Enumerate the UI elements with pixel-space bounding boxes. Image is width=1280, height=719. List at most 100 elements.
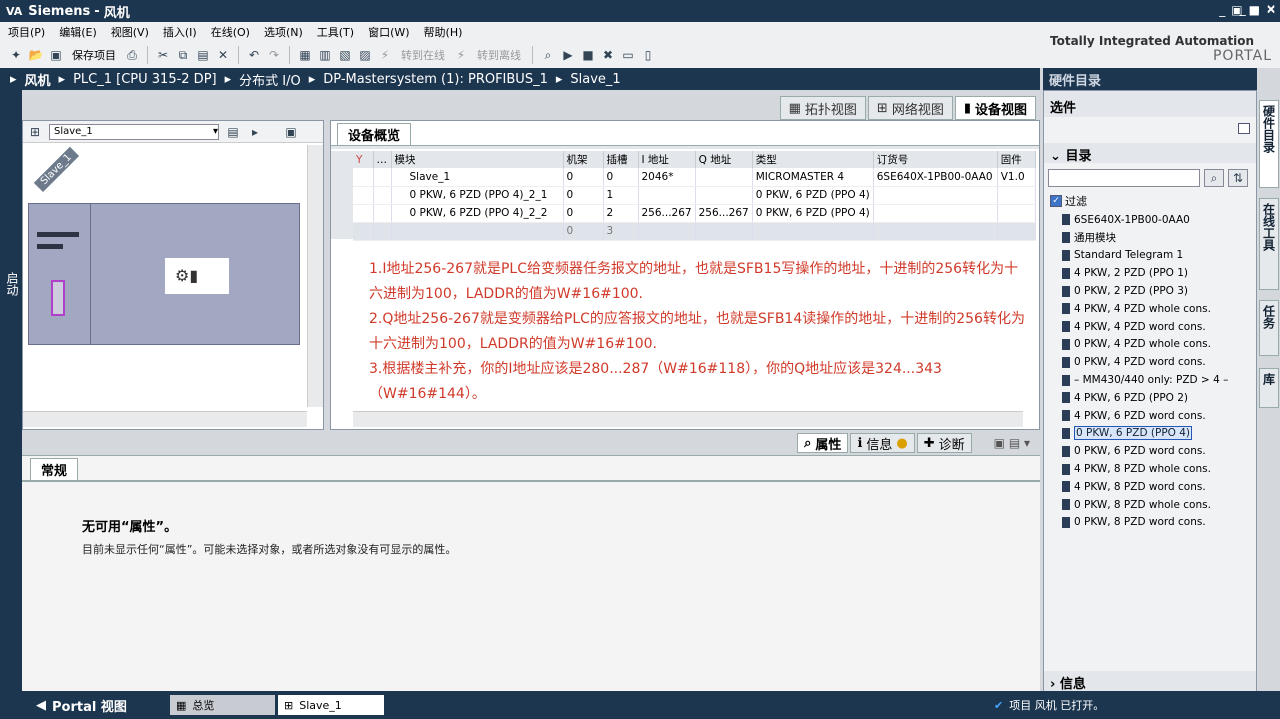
cell-module[interactable]: 0 PKW, 6 PZD (PPO 4)_2_1 [391,186,564,205]
col-header-module[interactable]: 模块 [391,151,564,168]
cell-module[interactable]: Slave_1 [391,168,564,187]
portal-start-strip[interactable]: 启动 [0,90,22,691]
list-item[interactable]: 6SE640X-1PB00-0AA0 [1062,211,1254,229]
micromaster-drive-icon[interactable]: ⚙▮ [165,258,229,294]
pin-icon[interactable] [1238,123,1250,134]
col-header-rack[interactable]: 机架 [563,151,604,168]
tab-tasks[interactable]: 任务 [1259,300,1279,356]
list-item[interactable]: 4 PKW, 8 PZD word cons. [1062,478,1254,496]
start-label[interactable]: 启动 [4,272,21,296]
save-icon[interactable]: ▣ [48,46,64,64]
list-item[interactable]: 4 PKW, 8 PZD whole cons. [1062,460,1254,478]
open-project-icon[interactable]: 📂 [28,46,44,64]
list-item[interactable]: 4 PKW, 6 PZD (PPO 2) [1062,389,1254,407]
filter-icon[interactable]: Y [353,151,374,168]
list-item[interactable]: 通用模块 [1062,229,1254,247]
horizontal-scrollbar[interactable] [353,411,1023,427]
close-icon[interactable]: ✕ [1266,3,1276,17]
print-icon[interactable]: ⎙ [124,46,140,64]
simulate-icon[interactable]: ▨ [357,46,373,64]
cross-reference-icon[interactable]: ✖ [600,46,616,64]
tab-diagnostics[interactable]: ✚ 诊断 [916,433,972,453]
col-header-slot[interactable]: 插槽 [603,151,639,168]
list-item[interactable]: 0 PKW, 4 PZD whole cons. [1062,336,1254,354]
upload-icon[interactable]: ▧ [337,46,353,64]
split-vertical-icon[interactable]: ▯ [640,46,656,64]
menu-project[interactable]: 项目(P) [8,24,45,40]
split-horizontal-icon[interactable]: ▭ [620,46,636,64]
go-offline-button[interactable]: 转到离线 [473,47,525,63]
compile-icon[interactable]: ▦ [297,46,313,64]
menu-tools[interactable]: 工具(T) [317,24,354,40]
breadcrumb-item-mastersystem[interactable]: DP-Mastersystem (1): PROFIBUS_1 [323,72,548,87]
undo-icon[interactable]: ↶ [246,46,262,64]
info-section-header[interactable]: › 信息 [1044,671,1256,692]
stop-cpu-icon[interactable]: ■ [580,46,596,64]
list-item[interactable]: 0 PKW, 8 PZD word cons. [1062,514,1254,532]
list-item[interactable]: 4 PKW, 6 PZD word cons. [1062,407,1254,425]
slave-editor-tab[interactable]: ⊞ Slave_1 [278,695,384,715]
tab-device-view[interactable]: ▮ 设备视图 [954,96,1036,120]
table-row[interactable]: 0 PKW, 6 PZD (PPO 4)_2_1 0 1 0 PKW, 6 PZ… [353,186,1036,205]
menu-insert[interactable]: 插入(I) [163,24,197,40]
copy-icon[interactable]: ⧉ [175,46,191,64]
breadcrumb-item-project[interactable]: 风机 [25,70,51,89]
tab-libraries[interactable]: 库 [1259,368,1279,408]
slot-0[interactable] [29,204,91,344]
rack[interactable]: ⚙▮ [28,203,300,345]
menu-view[interactable]: 视图(V) [111,24,149,40]
col-header-dots[interactable]: … [373,151,392,168]
cell-i-address[interactable]: 2046* [638,168,696,187]
list-item[interactable]: 4 PKW, 4 PZD whole cons. [1062,300,1254,318]
breadcrumb-item-distributed-io[interactable]: 分布式 I/O [239,70,301,89]
menu-help[interactable]: 帮助(H) [424,24,463,40]
catalog-header[interactable]: ⌄ 目录 [1044,143,1256,164]
go-online-button[interactable]: 转到在线 [397,47,449,63]
cell-module[interactable]: 0 PKW, 6 PZD (PPO 4)_2_2 [391,204,564,223]
list-item[interactable]: 4 PKW, 4 PZD word cons. [1062,318,1254,336]
new-project-icon[interactable]: ✦ [8,46,24,64]
tab-properties[interactable]: ⌕ 属性 [797,433,849,453]
menu-online[interactable]: 在线(O) [211,24,250,40]
breadcrumb-item-slave[interactable]: Slave_1 [570,72,620,87]
list-item[interactable]: 0 PKW, 6 PZD word cons. [1062,442,1254,460]
device-canvas[interactable]: Slave_1 ⚙▮ [23,145,307,407]
cut-icon[interactable]: ✂ [155,46,171,64]
inspector-controls-icon[interactable]: ▣ ▤ ▾ [994,436,1030,450]
catalog-search-input[interactable] [1048,169,1200,187]
cell-q-address[interactable] [695,168,753,187]
save-project-button[interactable]: 保存项目 [68,47,120,63]
profibus-port-icon[interactable] [51,280,65,316]
arrow-right-icon[interactable]: ▸ [247,123,263,141]
cell-module[interactable] [391,222,564,241]
minimize-icon[interactable]: _ [1219,3,1225,17]
tab-network-view[interactable]: ⊞ 网络视图 [867,96,953,120]
cell-i-address[interactable] [638,222,696,241]
maximize-icon[interactable]: ■ [1249,3,1260,17]
table-row[interactable]: 0 3 [353,222,1036,241]
device-tree-icon[interactable]: ⊞ [27,123,43,141]
list-item-selected[interactable]: 0 PKW, 6 PZD (PPO 4) [1062,425,1254,443]
menu-options[interactable]: 选项(N) [264,24,303,40]
horizontal-scrollbar[interactable] [23,411,307,427]
accessible-devices-icon[interactable]: ⌕ [540,46,556,64]
tab-device-overview[interactable]: 设备概览 [337,123,412,145]
search-next-icon[interactable]: ⇅ [1228,169,1248,187]
tab-info[interactable]: ℹ 信息 ● [850,433,915,453]
go-online-icon[interactable]: ⚡ [377,46,393,64]
vertical-scrollbar[interactable] [307,145,323,407]
cell-q-address[interactable]: 256...267 [695,204,753,223]
download-icon[interactable]: ▥ [317,46,333,64]
col-header-q-address[interactable]: Q 地址 [695,151,753,168]
filter-checkbox[interactable]: ✓ 过滤 [1050,193,1087,209]
col-header-i-address[interactable]: I 地址 [638,151,696,168]
tab-general[interactable]: 常规 [30,458,79,480]
tab-online-tools[interactable]: 在线工具 [1259,198,1279,290]
tab-topology-view[interactable]: ▦ 拓扑视图 [779,96,866,120]
search-icon[interactable]: ⌕ [1204,169,1224,187]
col-header-order-number[interactable]: 订货号 [873,151,998,168]
start-cpu-icon[interactable]: ▶ [560,46,576,64]
delete-icon[interactable]: ✕ [215,46,231,64]
checkbox-icon[interactable]: ✓ [1050,195,1062,207]
table-row[interactable]: 0 PKW, 6 PZD (PPO 4)_2_2 0 2 256...267 2… [353,204,1036,223]
